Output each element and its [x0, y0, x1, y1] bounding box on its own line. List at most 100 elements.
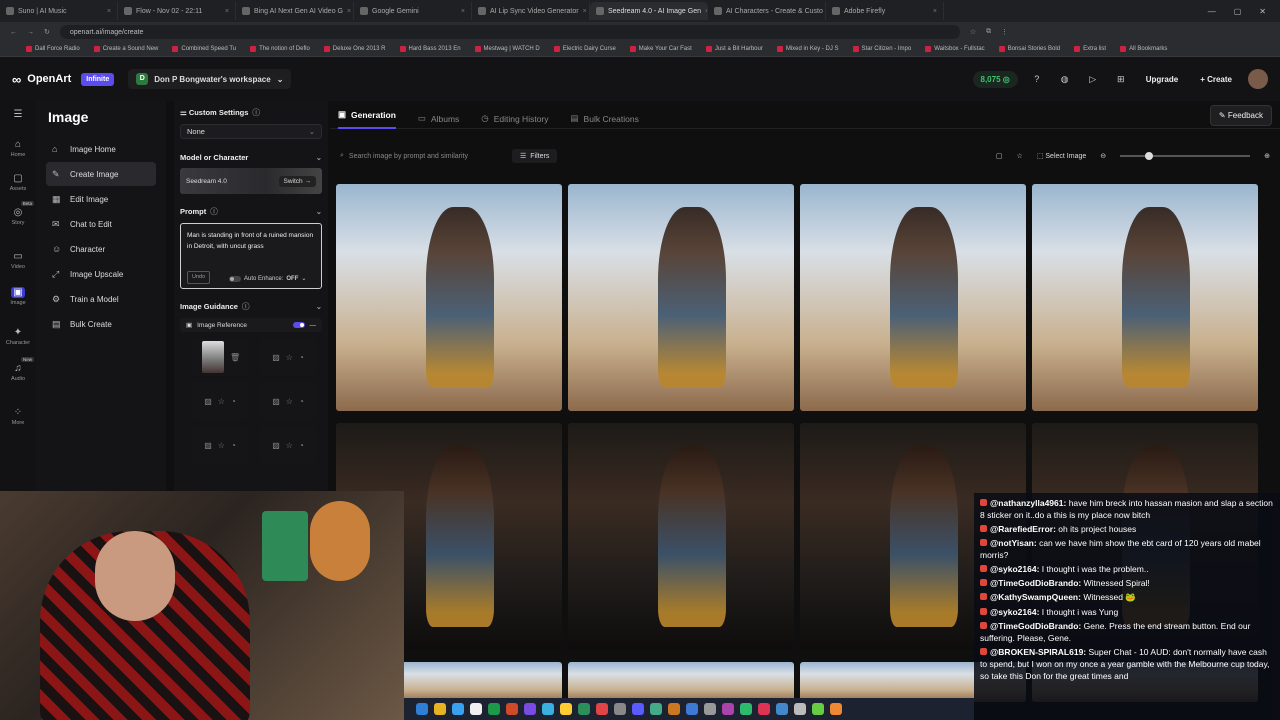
taskbar-app-icon[interactable]: [812, 703, 824, 715]
prompt-textarea[interactable]: Man is standing in front of a ruined man…: [180, 223, 322, 289]
rail-item-story[interactable]: ◎ Story Beta: [0, 201, 36, 226]
browser-tab[interactable]: Bing AI Next Gen AI Video G ×: [236, 2, 354, 20]
reference-slot[interactable]: ▨ ☆ ◔: [260, 382, 316, 420]
upgrade-button[interactable]: Upgrade: [1140, 71, 1184, 88]
nav-item-train-a-model[interactable]: ⚙ Train a Model: [46, 287, 156, 311]
feedback-button[interactable]: ✎ Feedback: [1209, 105, 1272, 126]
favorite-icon[interactable]: ☆: [1017, 152, 1023, 160]
browser-tab[interactable]: Seedream 4.0 - AI Image Gen×: [590, 2, 708, 20]
close-tab-icon[interactable]: ×: [347, 8, 351, 15]
nav-item-image-home[interactable]: ⌂ Image Home: [46, 137, 156, 161]
taskbar-app-icon[interactable]: [578, 703, 590, 715]
auto-enhance-toggle[interactable]: Auto Enhance: OFF ⌄: [229, 274, 306, 284]
rail-item-character[interactable]: ✦ Character: [0, 327, 36, 346]
taskbar-app-icon[interactable]: [740, 703, 752, 715]
filters-button[interactable]: ☰ Filters: [512, 149, 558, 163]
image-reference-toggle[interactable]: [292, 322, 305, 328]
bookmark-item[interactable]: Mixed in Key - DJ S: [776, 46, 839, 52]
square-view-icon[interactable]: ▢: [996, 152, 1003, 160]
user-avatar[interactable]: [1248, 69, 1268, 89]
generated-image[interactable]: [800, 184, 1026, 411]
browser-tab[interactable]: AI Characters - Create & Custo×: [708, 2, 826, 20]
generated-image[interactable]: [1032, 184, 1258, 411]
generated-image[interactable]: [336, 184, 562, 411]
taskbar-app-icon[interactable]: [668, 703, 680, 715]
reference-slot[interactable]: ▨ ☆ ◔: [192, 426, 248, 464]
bookmark-item[interactable]: Bonsai Stories Bold: [998, 46, 1060, 52]
credits-badge[interactable]: 8,075 ◎: [972, 70, 1018, 88]
zoom-in-icon[interactable]: ⊕: [1264, 152, 1270, 160]
taskbar-app-icon[interactable]: [488, 703, 500, 715]
trash-icon[interactable]: 🗑: [230, 353, 240, 362]
bookmark-item[interactable]: The notion of Deflo: [250, 46, 310, 52]
close-tab-icon[interactable]: ×: [107, 8, 111, 15]
nav-item-edit-image[interactable]: ▦ Edit Image: [46, 187, 156, 211]
search-input[interactable]: ⌕ Search image by prompt and similarity: [336, 148, 496, 164]
taskbar-app-icon[interactable]: [560, 703, 572, 715]
taskbar-app-icon[interactable]: [794, 703, 806, 715]
url-field[interactable]: openart.ai/image/create: [59, 25, 960, 39]
taskbar-app-icon[interactable]: [776, 703, 788, 715]
taskbar-app-icon[interactable]: [758, 703, 770, 715]
taskbar-app-icon[interactable]: [830, 703, 842, 715]
rail-item-assets[interactable]: ▢ Assets: [0, 173, 36, 192]
help-icon[interactable]: ?: [1028, 70, 1046, 88]
close-tab-icon[interactable]: ×: [225, 8, 229, 15]
taskbar-app-icon[interactable]: [452, 703, 464, 715]
rail-item-video[interactable]: ▭ Video: [0, 251, 36, 270]
taskbar-app-icon[interactable]: [722, 703, 734, 715]
close-tab-icon[interactable]: ×: [583, 8, 587, 15]
rail-item-image[interactable]: ▣ Image: [0, 287, 36, 306]
taskbar-app-icon[interactable]: [632, 703, 644, 715]
taskbar-app-icon[interactable]: [650, 703, 662, 715]
nav-item-create-image[interactable]: ✎ Create Image: [46, 162, 156, 186]
reference-slot[interactable]: ▨ ☆ ◔: [260, 338, 316, 376]
workspace-switcher[interactable]: D Don P Bongwater's workspace ⌄: [128, 69, 292, 89]
select-image-button[interactable]: ⬚ Select Image: [1037, 152, 1086, 160]
tab-bulk-creations[interactable]: ▤ Bulk Creations: [571, 109, 639, 128]
bookmark-item[interactable]: Mestwag | WATCH D: [474, 46, 540, 52]
taskbar-app-icon[interactable]: [506, 703, 518, 715]
minimize-icon[interactable]: —: [1208, 7, 1216, 16]
bookmark-item[interactable]: Dall Force Radio: [26, 46, 80, 52]
taskbar-app-icon[interactable]: [416, 703, 428, 715]
info-icon[interactable]: ⓘ: [210, 206, 218, 217]
collapse-icon[interactable]: —: [310, 322, 317, 329]
reference-slot[interactable]: ▨ ☆ ◔: [192, 382, 248, 420]
bookmark-item[interactable]: All Bookmarks: [1120, 46, 1167, 52]
reference-slot[interactable]: 🗑: [192, 338, 248, 376]
browser-tab[interactable]: Adobe Firefly ×: [826, 2, 944, 20]
back-icon[interactable]: ←: [10, 29, 17, 36]
bookmark-item[interactable]: Electric Dairy Curse: [553, 46, 616, 52]
info-icon[interactable]: ⓘ: [242, 301, 250, 312]
taskbar-app-icon[interactable]: [434, 703, 446, 715]
generated-image[interactable]: [568, 662, 794, 702]
reload-icon[interactable]: ↻: [44, 28, 50, 36]
nav-item-image-upscale[interactable]: ⤢ Image Upscale: [46, 262, 156, 286]
forward-icon[interactable]: →: [27, 29, 34, 36]
tab-albums[interactable]: ▭ Albums: [418, 109, 459, 128]
tutorial-icon[interactable]: ▷: [1084, 70, 1102, 88]
bookmark-item[interactable]: Combined Speed Tu: [172, 46, 236, 52]
menu-icon[interactable]: ⋮: [1001, 28, 1008, 36]
chevron-down-icon[interactable]: ⌄: [316, 207, 322, 216]
chevron-down-icon[interactable]: ⌄: [316, 302, 322, 311]
generated-image[interactable]: [568, 184, 794, 411]
bookmark-item[interactable]: Just a Bit Harbour: [705, 46, 763, 52]
browser-tab[interactable]: Google Gemini ×: [354, 2, 472, 20]
bookmark-item[interactable]: Deluxe One 2013 R: [323, 46, 386, 52]
taskbar-app-icon[interactable]: [686, 703, 698, 715]
toggle-switch[interactable]: [229, 275, 241, 282]
bookmark-item[interactable]: Star Citizen - Impo: [852, 46, 911, 52]
nav-item-chat-to-edit[interactable]: ✉ Chat to Edit: [46, 212, 156, 236]
taskbar-app-icon[interactable]: [542, 703, 554, 715]
taskbar-app-icon[interactable]: [524, 703, 536, 715]
rail-item-more[interactable]: ⁘ More: [0, 407, 36, 426]
taskbar-app-icon[interactable]: [614, 703, 626, 715]
generated-image[interactable]: [568, 423, 794, 650]
bookmark-item[interactable]: Extra list: [1074, 46, 1106, 52]
nav-item-bulk-create[interactable]: ▤ Bulk Create: [46, 312, 156, 336]
bookmark-item[interactable]: Make Your Car Fast: [629, 46, 692, 52]
zoom-out-icon[interactable]: ⊖: [1100, 152, 1106, 160]
nav-item-character[interactable]: ☺ Character: [46, 237, 156, 261]
